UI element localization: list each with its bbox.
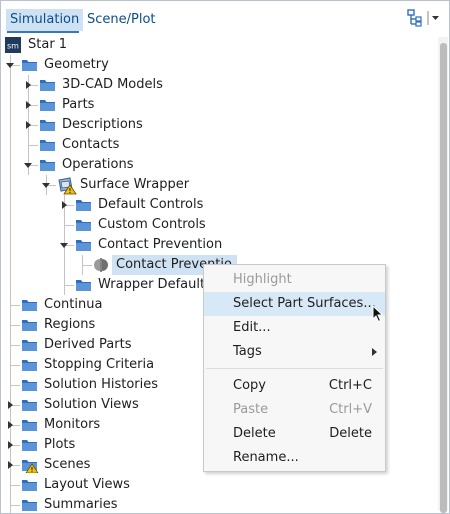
tree-node-label: Descriptions <box>62 117 143 132</box>
tree-node-surface-wrapper[interactable]: Surface Wrapper <box>1 175 441 195</box>
tree-node-label: Solution Views <box>44 397 139 412</box>
menu-item-label: Select Part Surfaces... <box>233 296 376 311</box>
menu-item-shortcut: Delete <box>329 426 372 441</box>
tree-connector <box>10 305 20 306</box>
menu-separator <box>206 368 383 369</box>
tree-connector <box>10 325 20 326</box>
menu-item-select-part-surfaces[interactable]: Select Part Surfaces... <box>204 292 385 323</box>
tree-connector <box>10 365 20 366</box>
tree-node-label: Geometry <box>44 57 109 72</box>
expanded-arrow-icon[interactable] <box>24 163 32 168</box>
tree-node-custom-controls[interactable]: Custom Controls <box>1 215 441 235</box>
tree-connector <box>10 345 20 346</box>
expanded-arrow-icon[interactable] <box>42 183 50 188</box>
tree-node-label: 3D-CAD Models <box>62 77 163 92</box>
menu-item-rename[interactable]: Rename... <box>204 446 385 470</box>
tree-node-label: Scenes <box>44 457 91 472</box>
collapsed-arrow-icon[interactable] <box>8 421 13 429</box>
tree-node-label: Default Controls <box>98 197 204 212</box>
tree-connector <box>28 145 38 146</box>
menu-item-copy[interactable]: Copy Ctrl+C <box>204 374 385 398</box>
tree-node-label: Regions <box>44 317 96 332</box>
tree-node-label: Layout Views <box>44 477 130 492</box>
tree-layout-icon[interactable] <box>407 9 423 31</box>
collapsed-arrow-icon[interactable] <box>26 121 31 129</box>
collapsed-arrow-icon[interactable] <box>26 101 31 109</box>
tree-node-label: Derived Parts <box>44 337 132 352</box>
tree-node-default-controls[interactable]: Default Controls <box>1 195 441 215</box>
tree-node-label: Parts <box>62 97 95 112</box>
tree-node-summaries[interactable]: Summaries <box>1 495 441 513</box>
menu-item-label: Paste <box>233 402 269 417</box>
tree-node-label: Operations <box>62 157 134 172</box>
menu-item-highlight[interactable]: Highlight <box>204 268 385 292</box>
dropdown-icon[interactable] <box>427 11 441 29</box>
tree-connector <box>64 285 74 286</box>
tab-bar: Simulation Scene/Plot <box>1 1 449 39</box>
collapsed-arrow-icon[interactable] <box>62 201 67 209</box>
tree-node-descriptions[interactable]: Descriptions <box>1 115 441 135</box>
menu-item-label: Tags <box>233 344 262 359</box>
tree-node-operations[interactable]: Operations <box>1 155 441 175</box>
tree-node-label: Surface Wrapper <box>80 177 190 192</box>
tab-simulation[interactable]: Simulation <box>6 9 84 31</box>
tree-connector <box>10 505 20 506</box>
tree-node-label: Solution Histories <box>44 377 159 392</box>
tab-scene-plot[interactable]: Scene/Plot <box>83 9 160 31</box>
tree-node-label: Contacts <box>62 137 120 152</box>
context-menu: Highlight Select Part Surfaces... Edit... T… <box>203 264 386 472</box>
menu-item-label: Highlight <box>233 272 292 287</box>
collapsed-arrow-icon[interactable] <box>26 81 31 89</box>
tree-node-layout-views[interactable]: Layout Views <box>1 475 441 495</box>
tree-node-label: Monitors <box>44 417 101 432</box>
menu-item-tags[interactable]: Tags <box>204 340 385 364</box>
menu-item-label: Copy <box>233 378 266 393</box>
tree-node-star-1[interactable]: sm Star 1 <box>1 35 441 55</box>
tree-connector <box>82 265 92 266</box>
tree-node-geometry[interactable]: Geometry <box>1 55 441 75</box>
folder-icon <box>21 497 39 513</box>
collapsed-arrow-icon[interactable] <box>8 401 13 409</box>
menu-item-label: Edit... <box>233 320 271 335</box>
menu-item-label: Delete <box>233 426 276 441</box>
tree-node-3d-cad-models[interactable]: 3D-CAD Models <box>1 75 441 95</box>
tree-node-label: Star 1 <box>28 37 68 52</box>
scrollbar-thumb[interactable] <box>440 43 447 513</box>
menu-item-delete[interactable]: Delete Delete <box>204 422 385 446</box>
tree-node-label: Summaries <box>44 497 118 512</box>
menu-item-label: Rename... <box>233 450 299 465</box>
vertical-scrollbar[interactable] <box>438 37 448 513</box>
tree-node-label: Plots <box>44 437 76 452</box>
menu-item-edit[interactable]: Edit... <box>204 316 385 340</box>
tree-connector <box>10 485 20 486</box>
tree-node-label: Contact Prevention <box>98 237 223 252</box>
tree-node-label: Custom Controls <box>98 217 206 232</box>
expanded-arrow-icon[interactable] <box>60 243 68 248</box>
tree-node-label: Stopping Criteria <box>44 357 155 372</box>
tree-node-contact-prevention[interactable]: Contact Prevention <box>1 235 441 255</box>
menu-item-shortcut: Ctrl+C <box>328 378 372 393</box>
menu-item-paste[interactable]: Paste Ctrl+V <box>204 398 385 422</box>
tree-node-contacts[interactable]: Contacts <box>1 135 441 155</box>
svg-text:sm: sm <box>7 42 19 51</box>
tree-node-label: Wrapper Defaults <box>98 277 212 292</box>
tree-node-label: Continua <box>44 297 103 312</box>
collapsed-arrow-icon[interactable] <box>8 461 13 469</box>
active-tab-indicator <box>7 31 79 33</box>
submenu-arrow-icon <box>372 348 377 356</box>
expanded-arrow-icon[interactable] <box>6 63 14 68</box>
tree-connector <box>10 385 20 386</box>
tree-node-parts[interactable]: Parts <box>1 95 441 115</box>
collapsed-arrow-icon[interactable] <box>8 441 13 449</box>
tree-connector <box>64 225 74 226</box>
menu-item-shortcut: Ctrl+V <box>329 402 372 417</box>
